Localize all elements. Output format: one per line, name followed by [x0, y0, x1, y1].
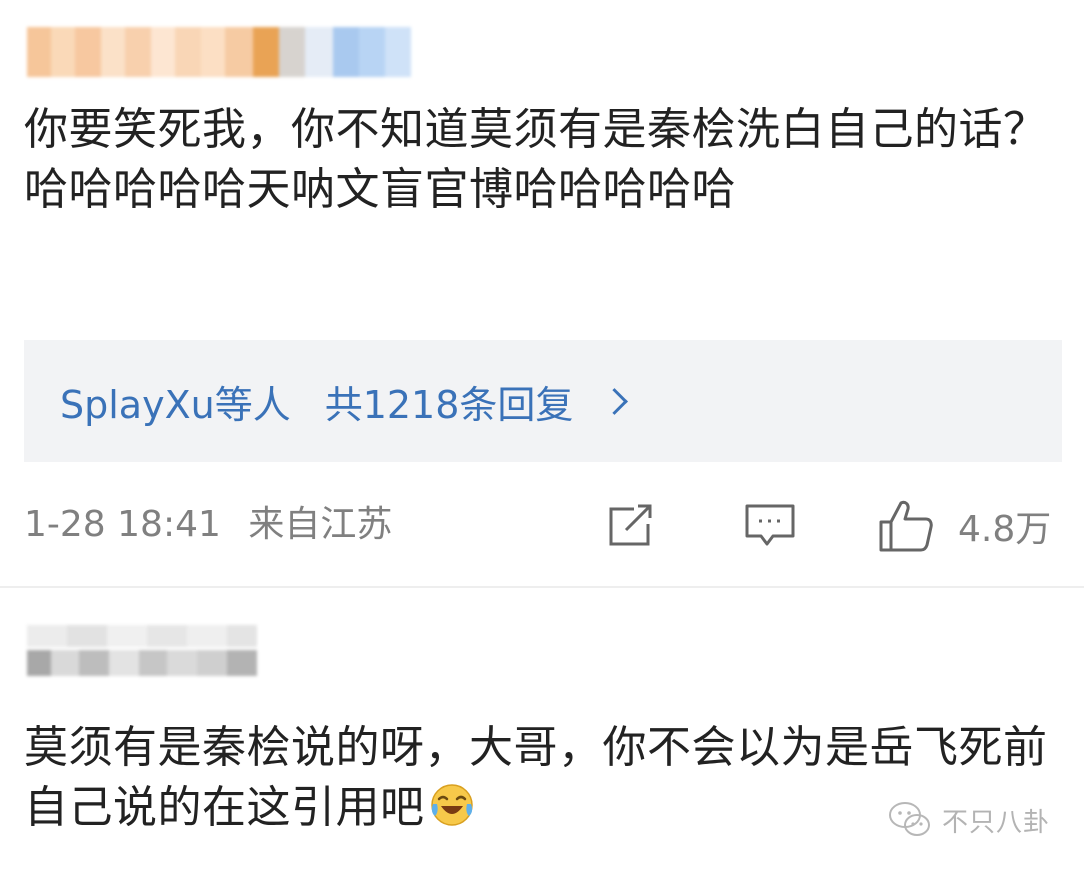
share-icon	[609, 504, 652, 546]
like-button[interactable]: 4.8万	[876, 498, 1051, 554]
comment-date: 1-28 18:41	[24, 504, 221, 545]
like-count: 4.8万	[958, 509, 1052, 550]
wechat-icon	[889, 802, 930, 836]
watermark: 不只八卦	[888, 800, 1050, 840]
share-button[interactable]	[604, 498, 658, 554]
username-blurred[interactable]	[27, 27, 415, 77]
thumbs-up-icon	[879, 500, 933, 552]
user-meta-blurred	[27, 650, 257, 676]
replies-count-label: 共1218条回复	[324, 382, 574, 427]
username-blurred[interactable]	[27, 625, 257, 647]
comment-button[interactable]	[742, 498, 798, 554]
comment-icon	[745, 504, 795, 546]
chevron-right-icon	[601, 387, 629, 415]
watermark-text: 不只八卦	[942, 807, 1051, 838]
comment-location: 来自江苏	[248, 504, 393, 545]
comment-text: 你要笑死我，你不知道莫须有是秦桧洗白自己的话？哈哈哈哈哈天呐文盲官博哈哈哈哈哈	[24, 104, 1048, 215]
laugh-cry-emoji-icon	[430, 784, 473, 826]
replies-link[interactable]: SplayXu等人 共1218条回复	[24, 340, 1062, 462]
replies-users-label: SplayXu等人	[60, 382, 291, 427]
comment-meta: 1-28 18:41 来自江苏	[24, 500, 392, 550]
divider	[0, 586, 1084, 588]
